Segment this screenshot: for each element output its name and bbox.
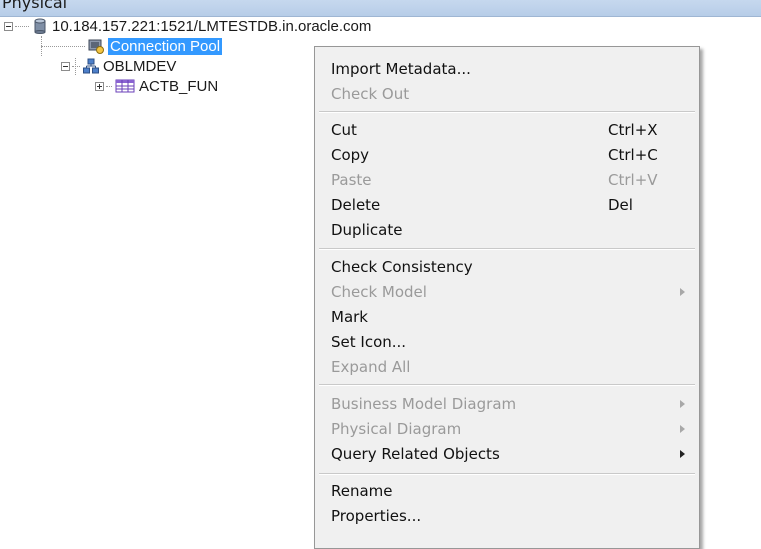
menu-item-check-out[interactable]: Check Out xyxy=(315,82,699,107)
menu-item-rename[interactable]: Rename xyxy=(315,479,699,504)
table-label: ACTB_FUN xyxy=(139,77,219,95)
menu-separator xyxy=(319,248,695,250)
menu-item-paste[interactable]: Paste Ctrl+V xyxy=(315,168,699,193)
connection-pool-icon xyxy=(88,38,104,54)
menu-item-properties[interactable]: Properties... xyxy=(315,504,699,529)
tree-node-connection-pool[interactable]: Connection Pool xyxy=(41,36,223,56)
menu-separator xyxy=(319,473,695,475)
menu-item-set-icon[interactable]: Set Icon... xyxy=(315,330,699,355)
tree-connector xyxy=(106,85,112,87)
physical-pane-header: Physical xyxy=(0,0,761,17)
context-menu: Import Metadata... Check Out Cut Ctrl+X … xyxy=(314,46,700,549)
collapse-toggle[interactable] xyxy=(61,61,70,71)
schema-icon xyxy=(83,58,99,74)
tree-node-table[interactable]: ACTB_FUN xyxy=(95,76,218,96)
submenu-arrow-icon xyxy=(680,425,685,433)
schema-label: OBLMDEV xyxy=(103,57,177,75)
table-icon xyxy=(115,78,135,94)
menu-item-mark[interactable]: Mark xyxy=(315,305,699,330)
database-icon xyxy=(32,18,48,34)
tree-connector xyxy=(72,65,80,67)
tree-node-schema[interactable]: OBLMDEV xyxy=(61,56,176,76)
menu-item-delete[interactable]: Delete Del xyxy=(315,193,699,218)
tree-node-database[interactable]: 10.184.157.221:1521/LMTESTDB.in.oracle.c… xyxy=(4,16,371,36)
tree-connector xyxy=(15,25,29,27)
submenu-arrow-icon xyxy=(680,450,685,458)
expand-toggle[interactable] xyxy=(95,81,104,91)
menu-item-cut[interactable]: Cut Ctrl+X xyxy=(315,118,699,143)
menu-item-business-model-diagram[interactable]: Business Model Diagram xyxy=(315,392,699,417)
collapse-toggle[interactable] xyxy=(4,21,13,31)
submenu-arrow-icon xyxy=(680,400,685,408)
pane-title: Physical xyxy=(2,0,68,12)
menu-item-physical-diagram[interactable]: Physical Diagram xyxy=(315,417,699,442)
menu-item-query-related-objects[interactable]: Query Related Objects xyxy=(315,442,699,467)
menu-item-copy[interactable]: Copy Ctrl+C xyxy=(315,143,699,168)
connection-pool-label: Connection Pool xyxy=(108,37,223,55)
menu-item-check-consistency[interactable]: Check Consistency xyxy=(315,255,699,280)
database-label: 10.184.157.221:1521/LMTESTDB.in.oracle.c… xyxy=(52,17,372,35)
tree-connector xyxy=(41,45,85,47)
menu-separator xyxy=(319,111,695,113)
physical-tree: 10.184.157.221:1521/LMTESTDB.in.oracle.c… xyxy=(0,16,371,547)
menu-item-check-model[interactable]: Check Model xyxy=(315,280,699,305)
menu-item-import-metadata[interactable]: Import Metadata... xyxy=(315,57,699,82)
menu-item-duplicate[interactable]: Duplicate xyxy=(315,218,699,243)
menu-separator xyxy=(319,384,695,386)
submenu-arrow-icon xyxy=(680,288,685,296)
menu-item-expand-all[interactable]: Expand All xyxy=(315,355,699,380)
